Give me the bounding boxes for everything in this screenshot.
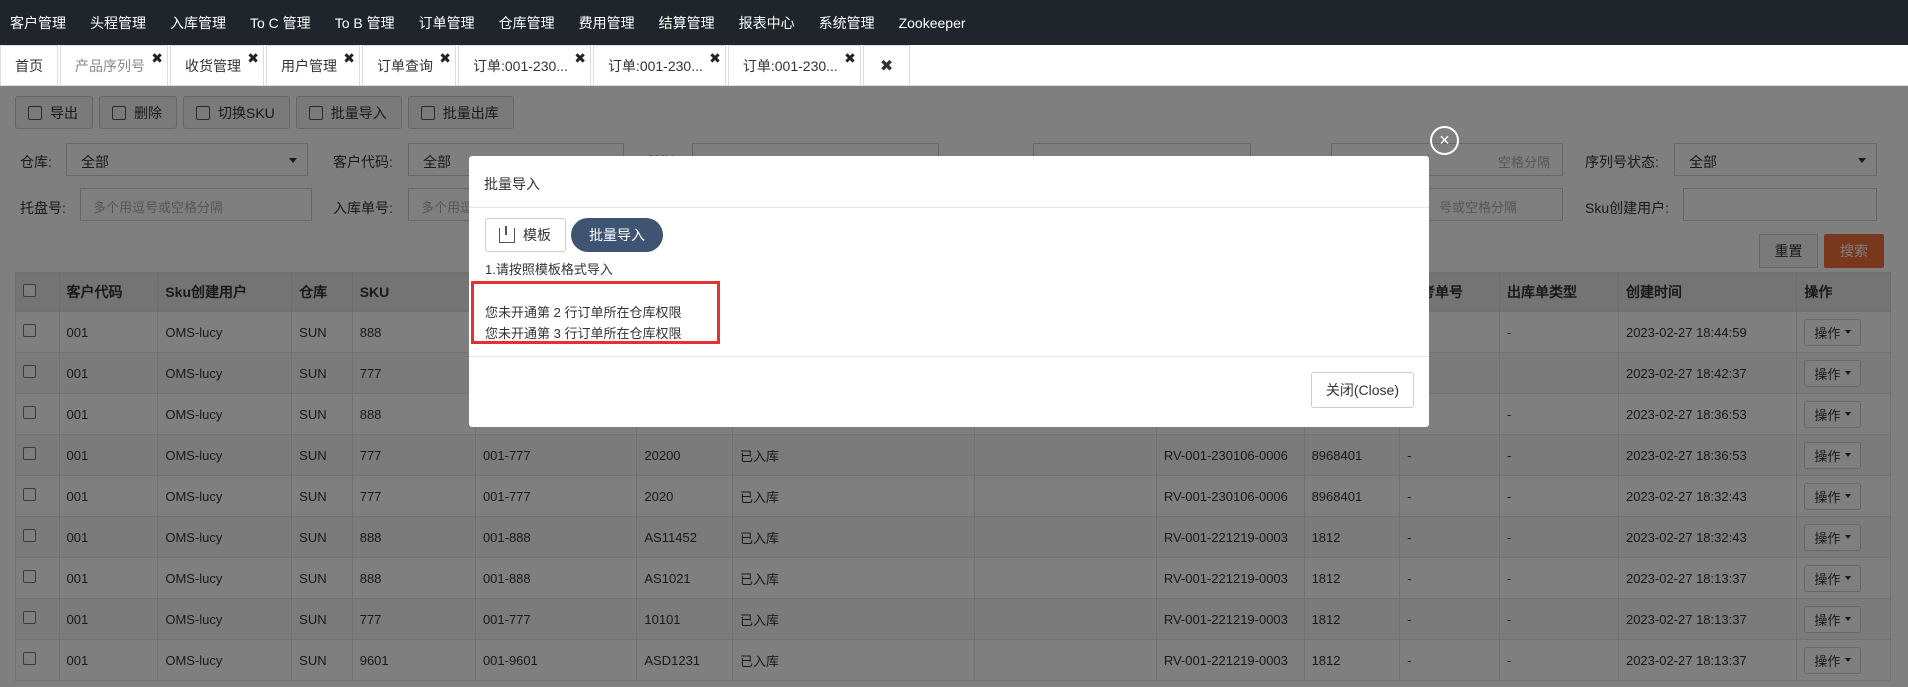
close-icon[interactable]: ✖ <box>343 50 355 67</box>
tab-label: 订单:001-230... <box>607 57 703 74</box>
nav-item[interactable]: 费用管理 <box>569 13 649 33</box>
error-message: 您未开通第 2 行订单所在仓库权限 <box>485 305 682 320</box>
tab[interactable]: 产品序列号 ✖ <box>60 45 168 85</box>
import-instruction: 1.请按照模板格式导入 <box>485 262 613 277</box>
nav-item[interactable]: 仓库管理 <box>489 13 569 33</box>
error-messages: 您未开通第 2 行订单所在仓库权限 您未开通第 3 行订单所在仓库权限 <box>471 281 720 344</box>
close-icon[interactable]: ✖ <box>709 50 721 67</box>
close-icon[interactable]: ✖ <box>151 50 163 67</box>
tab-label: 收货管理 <box>185 57 241 74</box>
tab-label: 产品序列号 <box>75 57 145 74</box>
tab[interactable]: 订单查询 ✖ <box>362 45 456 85</box>
modal-close-icon[interactable]: × <box>1430 126 1459 155</box>
modal-title: 批量导入 <box>469 156 1429 208</box>
nav-item[interactable]: 系统管理 <box>809 13 889 33</box>
nav-item[interactable]: 客户管理 <box>0 13 80 33</box>
modal-footer: 关闭(Close) <box>469 356 1429 427</box>
template-download-button[interactable]: 模板 <box>485 218 566 252</box>
close-all-tabs-icon[interactable]: ✖ <box>862 45 911 85</box>
nav-item[interactable]: Zookeeper <box>889 15 980 31</box>
close-icon[interactable]: ✖ <box>574 50 586 67</box>
close-icon[interactable]: ✖ <box>844 50 856 67</box>
nav-item[interactable]: 报表中心 <box>729 13 809 33</box>
batch-import-upload-button[interactable]: 批量导入 <box>571 218 663 252</box>
tab[interactable]: 订单:001-230... ✖ <box>727 45 861 85</box>
tab[interactable]: 用户管理 ✖ <box>266 45 360 85</box>
download-icon <box>499 225 515 243</box>
tab-label: 首页 <box>15 57 43 74</box>
close-icon[interactable]: ✖ <box>247 50 259 67</box>
nav-item[interactable]: 订单管理 <box>409 13 489 33</box>
close-modal-button[interactable]: 关闭(Close) <box>1310 372 1414 408</box>
top-nav: 客户管理 头程管理 入库管理 To C 管理 To B 管理 订单管理 仓库管理 费用管理 结算… <box>0 0 1908 45</box>
nav-item[interactable]: To C 管理 <box>240 13 325 33</box>
tab-label: 用户管理 <box>281 57 337 74</box>
tab[interactable]: 订单:001-230... ✖ <box>592 45 726 85</box>
tab[interactable]: 收货管理 ✖ <box>170 45 264 85</box>
nav-item[interactable]: 头程管理 <box>80 13 160 33</box>
tab[interactable]: 订单:001-230... ✖ <box>458 45 591 85</box>
tab[interactable]: 首页 <box>0 45 58 85</box>
nav-item[interactable]: 入库管理 <box>160 13 240 33</box>
tab-bar: 首页 产品序列号 ✖ 收货管理 ✖ 用户管理 ✖ 订单查询 ✖ 订单:001-230... ✖ 订单:… <box>0 45 1908 86</box>
nav-item[interactable]: To B 管理 <box>325 13 409 33</box>
tab-label: 订单:001-230... <box>473 57 568 74</box>
tab-label: 订单:001-230... <box>742 57 838 74</box>
close-icon[interactable]: ✖ <box>439 50 451 67</box>
nav-item[interactable]: 结算管理 <box>649 13 729 33</box>
tab-label: 订单查询 <box>377 57 433 74</box>
batch-import-modal: 批量导入 模板 批量导入 1.请按照模板格式导入 您未开通第 2 行订单所在仓库… <box>469 156 1429 427</box>
error-message: 您未开通第 3 行订单所在仓库权限 <box>485 326 682 341</box>
